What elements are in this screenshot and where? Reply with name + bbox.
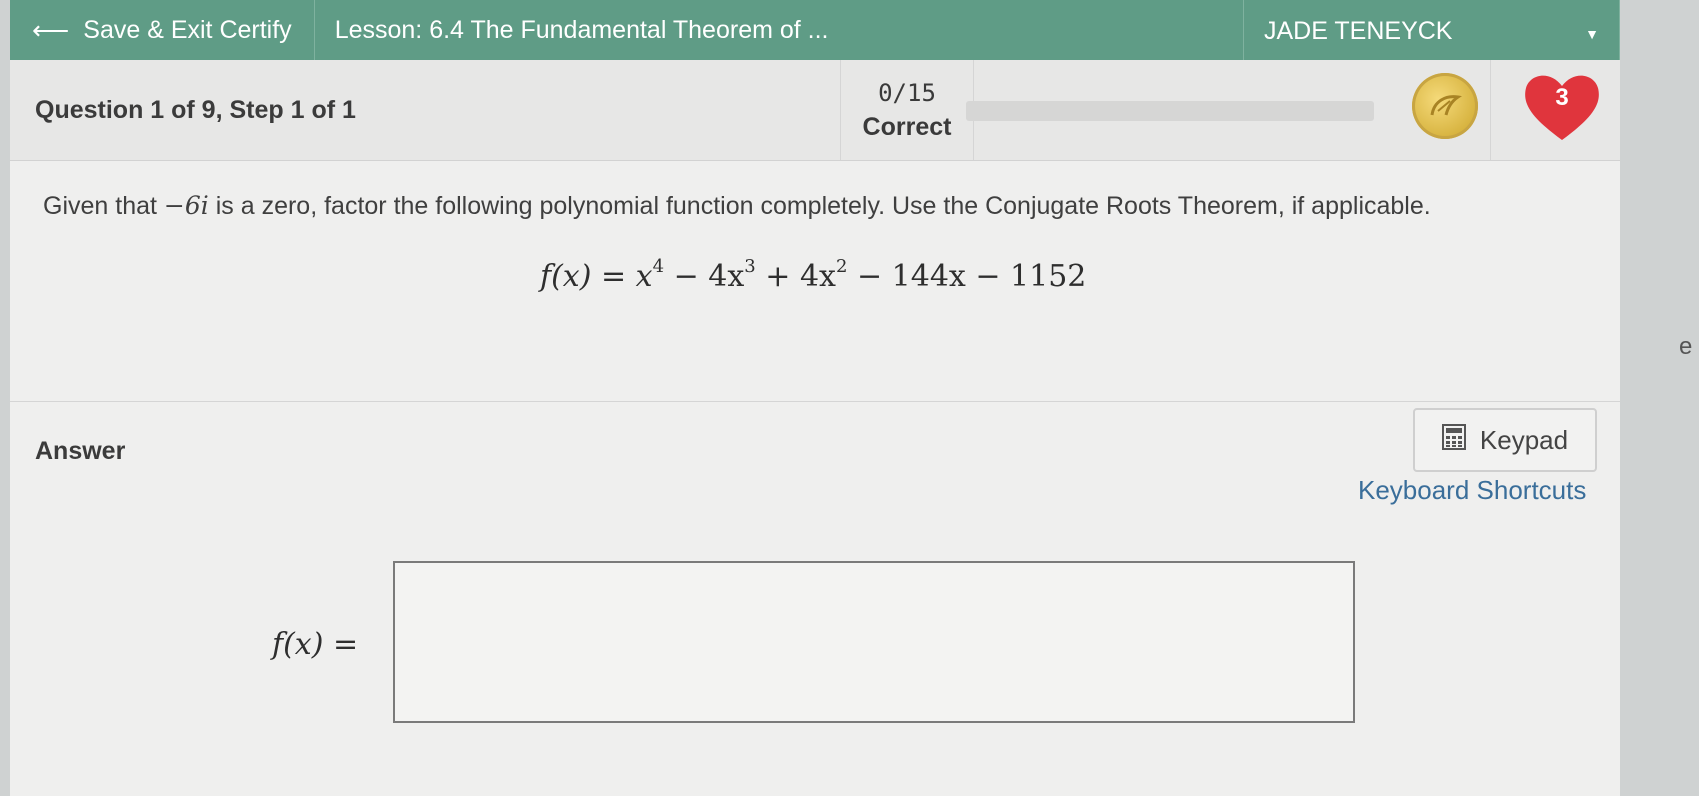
save-exit-button[interactable]: ⟵ Save & Exit Certify <box>10 0 315 60</box>
term-x: x <box>635 259 653 294</box>
hearts-count: 3 <box>1555 84 1569 111</box>
header-divider <box>1490 60 1491 160</box>
equals-sign: = <box>600 259 636 294</box>
term-rest: − 144x − 1152 <box>856 259 1087 294</box>
arrow-left-icon: ⟵ <box>32 14 70 45</box>
answer-label: Answer <box>35 437 126 465</box>
exp-4: 4 <box>652 256 665 277</box>
exp-2: 2 <box>835 256 848 277</box>
chevron-down-icon: ▼ <box>1585 26 1599 42</box>
calculator-icon <box>1441 423 1466 457</box>
question-panel: Given that −6i is a zero, factor the fol… <box>10 161 1620 402</box>
keypad-button[interactable]: Keypad <box>1413 408 1597 472</box>
progress-bar <box>966 101 1374 121</box>
app-frame: ⟵ Save & Exit Certify Lesson: 6.4 The Fu… <box>10 0 1620 796</box>
answer-input[interactable] <box>393 561 1355 723</box>
zero-value: −6i <box>163 191 209 220</box>
save-exit-label: Save & Exit Certify <box>83 15 292 44</box>
user-menu[interactable]: JADE TENEYCK ▼ <box>1244 0 1620 61</box>
question-header: Question 1 of 9, Step 1 of 1 0/15 Correc… <box>10 60 1620 161</box>
edge-text: e <box>1679 333 1693 360</box>
prompt-text-after: is a zero, factor the following polynomi… <box>215 192 1431 220</box>
term-4x3: − 4x <box>673 259 745 294</box>
score-label: Correct <box>862 112 952 141</box>
equation-lhs: f(x) <box>540 259 592 294</box>
polynomial-equation: f(x) = x4 − 4x3 + 4x2 − 144x − 1152 <box>540 256 1087 295</box>
answer-fx-text: f(x) = <box>272 627 359 662</box>
question-prompt: Given that −6i is a zero, factor the fol… <box>43 191 1431 221</box>
user-name: JADE TENEYCK <box>1264 16 1453 45</box>
term-4x2: + 4x <box>765 259 836 294</box>
answer-fx-label: f(x) = <box>272 627 358 662</box>
keypad-label: Keypad <box>1479 424 1569 455</box>
coin-icon[interactable] <box>1412 73 1478 139</box>
score-value: 0/15 <box>878 78 936 107</box>
keyboard-shortcuts-link[interactable]: Keyboard Shortcuts <box>1358 475 1586 506</box>
score-display: 0/15 Correct <box>841 60 974 160</box>
exp-3: 3 <box>744 256 756 277</box>
lesson-title: Lesson: 6.4 The Fundamental Theorem of .… <box>315 0 1244 60</box>
prompt-text-before: Given that <box>43 192 157 220</box>
top-bar: ⟵ Save & Exit Certify Lesson: 6.4 The Fu… <box>10 0 1620 61</box>
question-step-title: Question 1 of 9, Step 1 of 1 <box>10 60 841 160</box>
heart-icon: 3 <box>1522 70 1602 142</box>
